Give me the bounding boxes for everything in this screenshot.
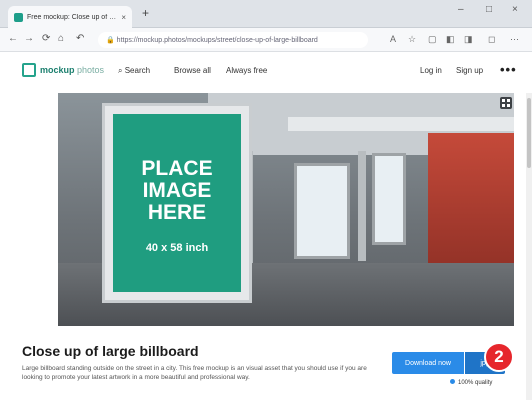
address-bar[interactable]: 🔒 https://mockup.photos/mockups/street/c… xyxy=(98,32,368,48)
collections-icon[interactable]: ◨ xyxy=(464,34,473,45)
menu-search[interactable]: ⌕ Search xyxy=(118,66,150,76)
read-aloud-icon[interactable]: A xyxy=(390,34,396,44)
scrollbar-thumb[interactable] xyxy=(527,98,531,168)
more-menu-icon[interactable]: ••• xyxy=(500,62,517,77)
mockup-description: Large billboard standing outside on the … xyxy=(22,365,367,381)
billboard-size-label: 40 x 58 inch xyxy=(145,242,209,254)
new-tab-button[interactable]: + xyxy=(142,6,149,20)
step-number-badge: 2 xyxy=(484,342,514,372)
profile-icon[interactable]: ◻ xyxy=(488,34,495,45)
favorite-star-icon[interactable]: ☆ xyxy=(408,34,416,45)
site-header: mockup photos ⌕ Search Browse all Always… xyxy=(0,53,532,91)
billboard-placeholder: PLACE IMAGE HERE 40 x 58 inch xyxy=(113,114,241,292)
gallery-grid-icon[interactable] xyxy=(500,97,512,109)
background-billboard xyxy=(372,153,406,245)
shelter-pillar xyxy=(358,151,366,261)
download-button[interactable]: Download now xyxy=(392,352,464,374)
tab-title: Free mockup: Close up of lar… xyxy=(27,13,118,21)
menu-always-free[interactable]: Always free xyxy=(226,66,267,75)
split-screen-icon[interactable]: ▢ xyxy=(428,34,437,45)
billboard-frame: PLACE IMAGE HERE 40 x 58 inch xyxy=(102,103,252,303)
minimize-button[interactable]: – xyxy=(458,4,464,15)
forward-icon[interactable]: → xyxy=(24,33,34,44)
browser-tab-strip: Free mockup: Close up of lar… × + – □ × xyxy=(0,0,532,28)
logo-icon[interactable] xyxy=(22,63,36,77)
background-billboard xyxy=(294,163,350,259)
menu-browse-all[interactable]: Browse all xyxy=(174,66,211,75)
browser-menu-icon[interactable]: ⋯ xyxy=(510,34,519,45)
bus-shelter-roof-edge xyxy=(288,117,514,131)
signup-link[interactable]: Sign up xyxy=(456,66,483,75)
close-window-button[interactable]: × xyxy=(512,4,518,15)
lock-icon: 🔒 xyxy=(106,37,115,44)
url-text: https://mockup.photos/mockups/street/clo… xyxy=(116,37,318,44)
mockup-preview-image: PLACE IMAGE HERE 40 x 58 inch xyxy=(58,93,514,326)
site-favicon-icon xyxy=(14,12,23,22)
home-icon[interactable]: ⌂ xyxy=(58,33,64,44)
shop-front xyxy=(428,133,514,283)
placeholder-line: HERE xyxy=(147,201,207,224)
quality-dot-icon xyxy=(450,379,455,384)
back-icon[interactable]: ← xyxy=(8,33,18,44)
browser-toolbar: ← → ⟳ ⌂ ↶ 🔒 https://mockup.photos/mockup… xyxy=(0,28,532,52)
extension-icon[interactable]: ◧ xyxy=(446,34,455,45)
quality-indicator: 100% quality xyxy=(450,379,492,386)
browser-tab[interactable]: Free mockup: Close up of lar… × xyxy=(8,6,132,28)
placeholder-line: IMAGE xyxy=(142,179,212,202)
login-link[interactable]: Log in xyxy=(420,66,442,75)
tab-close-icon[interactable]: × xyxy=(121,13,126,22)
search-icon: ⌕ xyxy=(118,66,123,75)
logo[interactable]: mockup photos xyxy=(40,65,104,75)
placeholder-line: PLACE xyxy=(141,157,213,180)
page-title: Close up of large billboard xyxy=(22,343,199,359)
reload-icon[interactable]: ⟳ xyxy=(42,33,50,44)
restore-button[interactable]: □ xyxy=(486,4,492,15)
history-back-icon[interactable]: ↶ xyxy=(76,33,84,44)
